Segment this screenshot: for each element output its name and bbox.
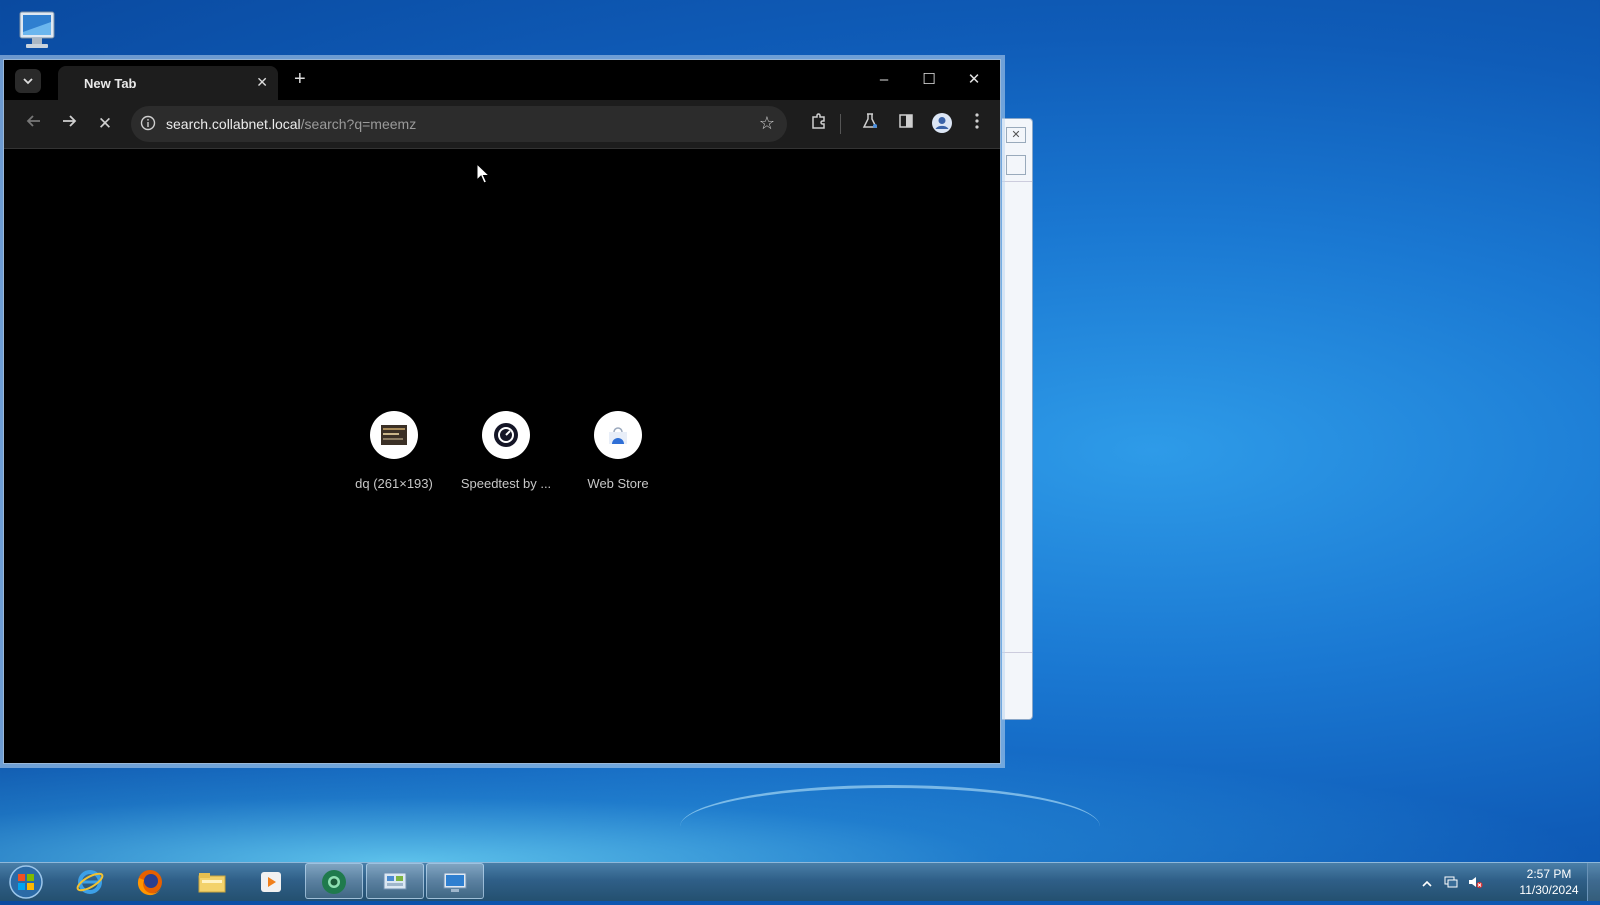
chevron-down-icon <box>23 78 33 85</box>
tab-search-button[interactable] <box>15 69 41 93</box>
side-panel-button[interactable] <box>894 112 918 136</box>
image-thumbnail-icon <box>370 411 418 459</box>
shortcut-label: Web Store <box>587 476 649 491</box>
internet-explorer-icon <box>76 870 104 894</box>
shortcut-speedtest[interactable]: Speedtest by ... <box>450 411 562 491</box>
maximize-button[interactable]: ☐ <box>913 68 945 92</box>
shortcut-dq[interactable]: dq (261×193) <box>338 411 450 491</box>
clock-time: 2:57 PM <box>1526 867 1572 881</box>
close-icon[interactable]: ✕ <box>1006 127 1026 143</box>
minimize-button[interactable]: – <box>868 68 900 92</box>
remote-desktop-icon <box>443 872 467 892</box>
tab-new-tab[interactable]: New Tab ✕ <box>58 66 278 100</box>
close-window-button[interactable]: ✕ <box>958 68 990 92</box>
taskbar: 2:57 PM 11/30/2024 <box>0 862 1600 901</box>
windows-start-icon <box>9 865 43 899</box>
file-explorer-icon <box>198 873 226 893</box>
new-tab-button[interactable]: + <box>294 68 306 91</box>
flask-icon <box>862 113 878 128</box>
desktop-wallpaper-swoosh <box>680 785 1100 868</box>
browser-toolbar: ✕ search.collabnet.local/search?q=meemz … <box>4 100 1000 149</box>
extensions-button[interactable] <box>807 112 831 136</box>
url-host: search.collabnet.local <box>166 116 301 132</box>
stop-loading-button[interactable]: ✕ <box>93 112 117 136</box>
taskbar-control-panel[interactable] <box>366 863 424 899</box>
background-window[interactable]: ✕ <box>1002 118 1033 720</box>
chrome-icon <box>322 870 346 894</box>
taskbar-remote-desktop[interactable] <box>426 863 484 899</box>
show-desktop-button[interactable] <box>1587 863 1600 901</box>
control-panel-icon <box>383 872 407 890</box>
back-button[interactable] <box>22 112 46 136</box>
info-icon[interactable] <box>140 115 156 131</box>
browser-window: New Tab ✕ + – ☐ ✕ ✕ search.collabnet.loc… <box>3 59 1001 764</box>
system-clock[interactable]: 2:57 PM 11/30/2024 <box>1510 866 1588 898</box>
shortcut-web-store[interactable]: Web Store <box>562 411 674 491</box>
tab-title: New Tab <box>84 76 137 91</box>
forward-button[interactable] <box>57 112 81 136</box>
network-icon[interactable] <box>1443 874 1459 890</box>
new-tab-page: dq (261×193) Speedtest by ... Web Store <box>8 149 996 759</box>
firefox-icon <box>137 870 162 896</box>
taskbar-chrome[interactable] <box>305 863 363 899</box>
search-icon[interactable] <box>1006 155 1026 175</box>
tab-close-button[interactable]: ✕ <box>256 74 268 91</box>
bookmark-star-icon[interactable]: ☆ <box>759 113 775 134</box>
tab-strip: New Tab ✕ + – ☐ ✕ <box>4 60 1000 100</box>
clock-date: 11/30/2024 <box>1519 883 1579 897</box>
arrow-right-icon <box>63 115 77 127</box>
url-path: /search?q=meemz <box>300 116 417 132</box>
side-panel-icon <box>899 114 913 128</box>
mouse-cursor-icon <box>476 163 490 184</box>
taskbar-internet-explorer[interactable] <box>62 864 118 898</box>
toolbar-divider <box>840 114 841 134</box>
start-button[interactable] <box>6 864 48 900</box>
taskbar-media-player[interactable] <box>243 864 299 898</box>
shortcut-label: dq (261×193) <box>355 476 433 491</box>
labs-button[interactable] <box>858 112 882 136</box>
puzzle-icon <box>812 113 825 129</box>
speedometer-icon <box>482 411 530 459</box>
taskbar-file-explorer[interactable] <box>183 864 239 898</box>
url-text: search.collabnet.local/search?q=meemz <box>166 116 416 132</box>
volume-muted-icon[interactable] <box>1467 874 1483 890</box>
shortcut-label: Speedtest by ... <box>460 476 552 491</box>
menu-button[interactable] <box>965 112 989 136</box>
background-window-pane <box>1002 181 1032 653</box>
web-store-icon <box>594 411 642 459</box>
profile-button[interactable] <box>930 112 954 136</box>
show-hidden-icons-icon[interactable] <box>1419 876 1435 892</box>
address-bar[interactable]: search.collabnet.local/search?q=meemz ☆ <box>131 106 787 142</box>
arrow-left-icon <box>26 115 40 127</box>
profile-avatar-icon <box>932 113 952 133</box>
computer-desktop-icon[interactable] <box>14 8 62 52</box>
taskbar-firefox[interactable] <box>122 864 178 898</box>
media-player-icon <box>261 872 281 892</box>
more-vert-icon <box>975 113 979 129</box>
